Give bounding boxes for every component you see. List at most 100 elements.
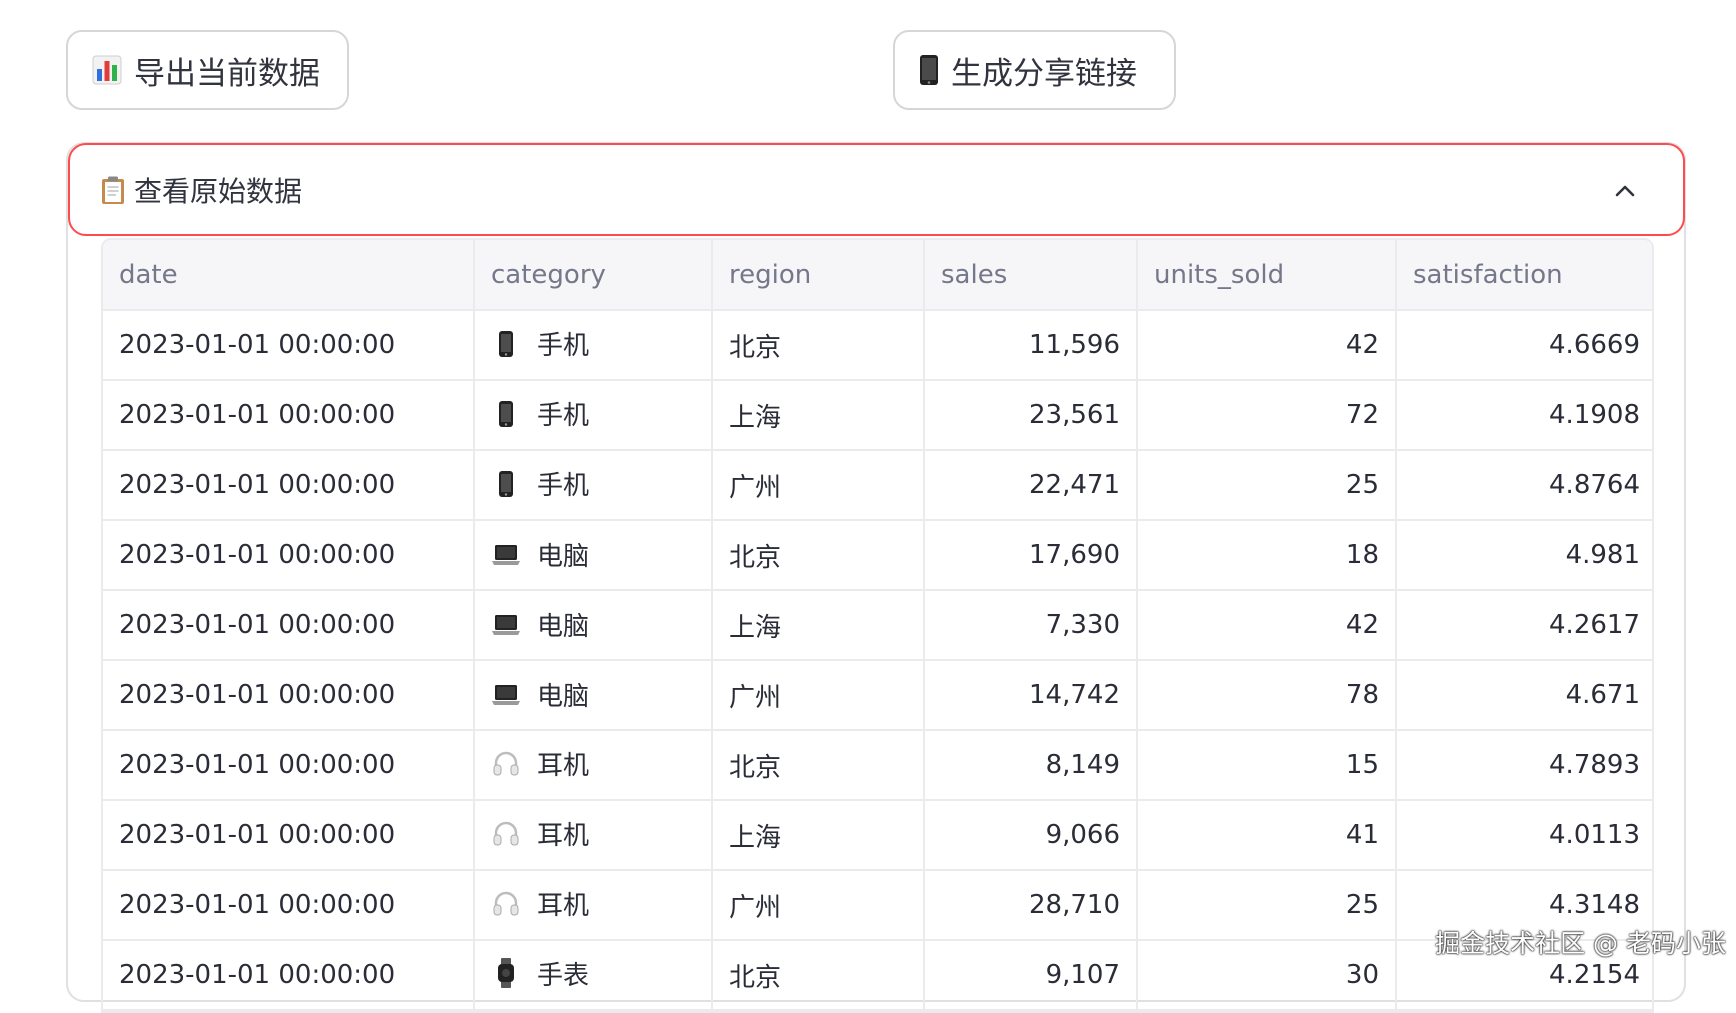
headphones-icon — [491, 888, 521, 920]
table-row[interactable]: 2023-01-01 00:00:00 耳机 北京 8,149 15 4.7893 — [103, 730, 1652, 801]
cell-region[interactable]: 上海 — [712, 590, 925, 661]
category-label: 手机 — [537, 471, 590, 502]
cell-category[interactable]: 电脑 — [474, 590, 713, 661]
cell-date[interactable]: 2023-01-01 00:00:00 — [103, 380, 475, 451]
cell-category[interactable]: 电脑 — [474, 660, 713, 731]
table-row[interactable]: 2023-01-01 00:00:00 手机 北京 11,596 42 4.6669 — [103, 310, 1652, 381]
cell-date[interactable]: 2023-01-01 00:00:00 — [103, 800, 475, 871]
cell-date[interactable]: 2023-01-01 00:00:00 — [103, 590, 475, 661]
cell-region[interactable]: 北京 — [712, 940, 925, 1011]
cell-date[interactable]: 2023-01-01 00:00:00 — [103, 660, 475, 731]
phone-icon — [491, 468, 521, 500]
cell-category[interactable]: 手机 — [474, 310, 713, 381]
table-row[interactable]: 2023-01-01 00:00:00 手机 上海 23,561 72 4.1908 — [103, 380, 1652, 451]
table-row[interactable]: 2023-01-01 00:00:00 手机 广州 22,471 25 4.8764 — [103, 450, 1652, 521]
phone-icon — [919, 54, 939, 86]
table-row[interactable]: 2023-01-01 00:00:00 手表 北京 9,107 30 4.2154 — [103, 940, 1652, 1011]
laptop-icon — [491, 539, 521, 571]
cell-units-sold[interactable]: 78 — [1137, 660, 1397, 731]
raw-data-expander-header[interactable]: 查看原始数据 — [68, 143, 1685, 236]
cell-sales[interactable]: 23,561 — [924, 380, 1138, 451]
cell-sales[interactable]: 14,742 — [924, 660, 1138, 731]
cell-date[interactable]: 2023-01-01 00:00:00 — [103, 870, 475, 941]
category-label: 耳机 — [537, 751, 590, 782]
table-row[interactable]: 2023-01-01 00:00:00 电脑 北京 17,690 18 4.981 — [103, 520, 1652, 591]
cell-units-sold[interactable]: 15 — [1137, 730, 1397, 801]
share-link-button[interactable]: 生成分享链接 — [893, 30, 1176, 110]
export-button-label: 导出当前数据 — [134, 55, 320, 92]
cell-category[interactable]: 耳机 — [474, 730, 713, 801]
cell-satisfaction[interactable]: 4.981 — [1396, 520, 1652, 591]
laptop-icon — [491, 679, 521, 711]
cell-sales[interactable]: 17,690 — [924, 520, 1138, 591]
cell-region[interactable]: 广州 — [712, 660, 925, 731]
cell-sales[interactable]: 28,710 — [924, 870, 1138, 941]
bar-chart-icon — [92, 55, 122, 85]
cell-sales[interactable]: 9,066 — [924, 800, 1138, 871]
table-row[interactable]: 2023-01-01 00:00:00 电脑 上海 7,330 42 4.2617 — [103, 590, 1652, 661]
watch-icon — [491, 957, 521, 989]
export-data-button[interactable]: 导出当前数据 — [66, 30, 349, 110]
clipboard-icon — [100, 175, 126, 205]
cell-category[interactable]: 耳机 — [474, 800, 713, 871]
cell-category[interactable]: 手机 — [474, 380, 713, 451]
cell-sales[interactable]: 8,149 — [924, 730, 1138, 801]
cell-category[interactable]: 耳机 — [474, 870, 713, 941]
cell-satisfaction[interactable]: 4.7893 — [1396, 730, 1652, 801]
cell-sales[interactable]: 9,107 — [924, 940, 1138, 1011]
cell-satisfaction[interactable]: 4.6669 — [1396, 310, 1652, 381]
column-header-satisfaction[interactable]: satisfaction — [1396, 240, 1652, 311]
cell-category[interactable]: 手机 — [474, 450, 713, 521]
cell-date[interactable]: 2023-01-01 00:00:00 — [103, 520, 475, 591]
expander-title: 查看原始数据 — [134, 174, 303, 208]
category-label: 耳机 — [537, 821, 590, 852]
cell-units-sold[interactable]: 30 — [1137, 940, 1397, 1011]
data-table: date category region sales units_sold sa… — [101, 238, 1654, 1013]
table-row[interactable]: 2023-01-01 00:00:00 耳机 上海 9,066 41 4.0113 — [103, 800, 1652, 871]
category-label: 手机 — [537, 401, 590, 432]
share-button-label: 生成分享链接 — [951, 55, 1137, 92]
cell-sales[interactable]: 11,596 — [924, 310, 1138, 381]
table-header-row: date category region sales units_sold sa… — [103, 240, 1652, 311]
cell-region[interactable]: 北京 — [712, 730, 925, 801]
column-header-sales[interactable]: sales — [924, 240, 1138, 311]
cell-satisfaction[interactable]: 4.2617 — [1396, 590, 1652, 661]
cell-category[interactable]: 电脑 — [474, 520, 713, 591]
cell-satisfaction[interactable]: 4.1908 — [1396, 380, 1652, 451]
watermark: 掘金技术社区 @ 老码小张 — [1435, 929, 1726, 958]
table-row[interactable]: 2023-01-01 00:00:00 电脑 广州 14,742 78 4.671 — [103, 660, 1652, 731]
phone-icon — [491, 398, 521, 430]
cell-satisfaction[interactable]: 4.0113 — [1396, 800, 1652, 871]
cell-units-sold[interactable]: 25 — [1137, 450, 1397, 521]
cell-sales[interactable]: 22,471 — [924, 450, 1138, 521]
cell-units-sold[interactable]: 41 — [1137, 800, 1397, 871]
cell-category[interactable]: 手表 — [474, 940, 713, 1011]
cell-date[interactable]: 2023-01-01 00:00:00 — [103, 730, 475, 801]
headphones-icon — [491, 818, 521, 850]
category-label: 电脑 — [537, 612, 590, 643]
cell-units-sold[interactable]: 25 — [1137, 870, 1397, 941]
cell-date[interactable]: 2023-01-01 00:00:00 — [103, 450, 475, 521]
cell-units-sold[interactable]: 42 — [1137, 310, 1397, 381]
cell-units-sold[interactable]: 18 — [1137, 520, 1397, 591]
cell-region[interactable]: 北京 — [712, 310, 925, 381]
cell-satisfaction[interactable]: 4.8764 — [1396, 450, 1652, 521]
cell-region[interactable]: 广州 — [712, 450, 925, 521]
cell-satisfaction[interactable]: 4.671 — [1396, 660, 1652, 731]
cell-region[interactable]: 北京 — [712, 520, 925, 591]
category-label: 电脑 — [537, 682, 590, 713]
chevron-up-icon[interactable] — [1613, 177, 1637, 210]
column-header-units-sold[interactable]: units_sold — [1137, 240, 1397, 311]
cell-units-sold[interactable]: 72 — [1137, 380, 1397, 451]
table-row[interactable]: 2023-01-01 00:00:00 耳机 广州 28,710 25 4.3148 — [103, 870, 1652, 941]
column-header-region[interactable]: region — [712, 240, 925, 311]
cell-date[interactable]: 2023-01-01 00:00:00 — [103, 940, 475, 1011]
cell-region[interactable]: 上海 — [712, 800, 925, 871]
cell-region[interactable]: 广州 — [712, 870, 925, 941]
column-header-date[interactable]: date — [103, 240, 475, 311]
column-header-category[interactable]: category — [474, 240, 713, 311]
cell-units-sold[interactable]: 42 — [1137, 590, 1397, 661]
cell-sales[interactable]: 7,330 — [924, 590, 1138, 661]
cell-date[interactable]: 2023-01-01 00:00:00 — [103, 310, 475, 381]
cell-region[interactable]: 上海 — [712, 380, 925, 451]
